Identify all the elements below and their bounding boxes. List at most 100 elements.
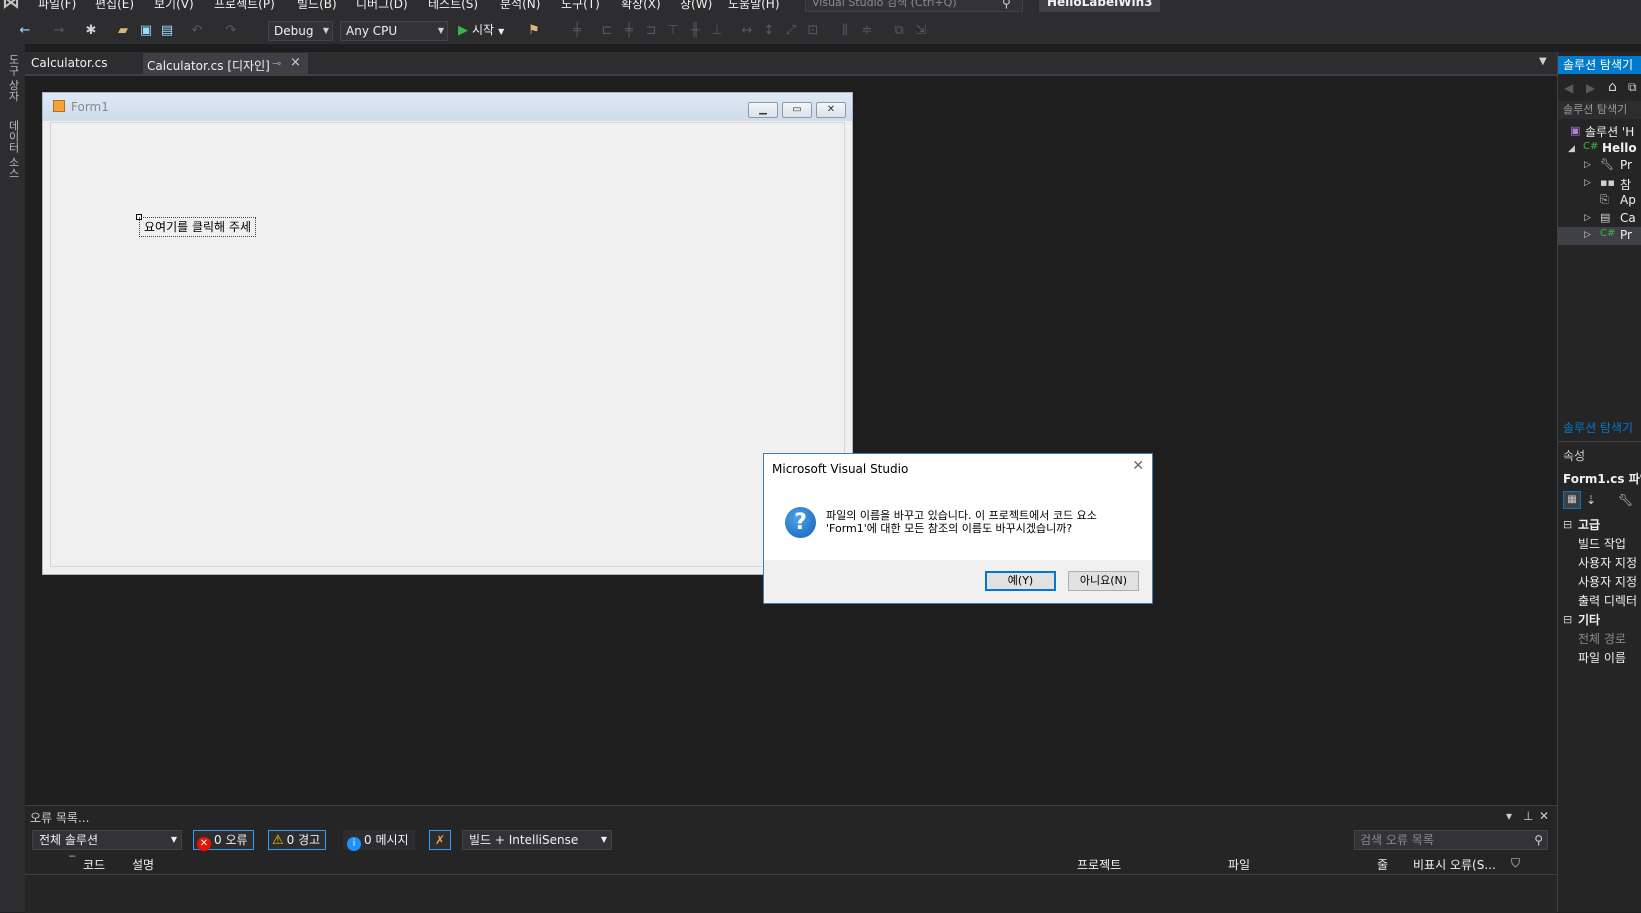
pin-icon[interactable]: ⊸ xyxy=(272,57,281,70)
align-middles-icon[interactable]: ╫ xyxy=(686,22,704,40)
error-search-input[interactable]: 검색 오류 목록 ⚲ xyxy=(1354,830,1548,850)
home-icon[interactable]: ⌂ xyxy=(1608,79,1617,95)
chevron-down-icon[interactable]: ▾ xyxy=(1506,809,1512,823)
menu-project[interactable]: 프로젝트(P) xyxy=(214,0,275,12)
align-to-grid-icon[interactable]: ╪ xyxy=(568,22,586,40)
menu-file[interactable]: 파일(F) xyxy=(38,0,76,12)
column-code[interactable]: 코드 xyxy=(83,856,105,873)
data-sources-tab[interactable]: 데이터 소스 xyxy=(5,120,21,179)
yes-button[interactable]: 예(Y) xyxy=(985,571,1056,591)
back-icon[interactable]: ◀ xyxy=(1564,81,1573,95)
search-icon[interactable]: ⚲ xyxy=(1534,831,1543,849)
close-icon[interactable]: ✕ xyxy=(1132,458,1144,474)
forward-icon[interactable]: ▶ xyxy=(1586,81,1595,95)
redo-icon[interactable]: ↷ xyxy=(222,22,240,40)
platform-select[interactable]: Any CPU ▼ xyxy=(340,21,448,41)
errors-filter-button[interactable]: ✕ 0 오류 xyxy=(193,830,254,851)
property-pages-icon[interactable]: 🔧︎ xyxy=(1618,493,1633,507)
menu-view[interactable]: 보기(V) xyxy=(154,0,194,12)
form-client-area[interactable]: 요여기를 클릭해 주세 xyxy=(50,122,845,567)
column-description[interactable]: 설명 xyxy=(132,856,154,873)
save-icon[interactable]: ▣ xyxy=(137,22,155,40)
warnings-filter-button[interactable]: ⚠ 0 경고 xyxy=(268,830,327,850)
browser-link-icon[interactable]: ⚑ xyxy=(525,22,543,40)
bring-to-front-icon[interactable]: ⧉ xyxy=(890,22,908,40)
back-icon[interactable]: ← xyxy=(16,22,34,40)
collapse-icon[interactable]: ⊟ xyxy=(1563,518,1572,531)
tree-item-program[interactable]: Pr xyxy=(1620,228,1632,242)
tab-calculator-designer[interactable]: Calculator.cs [디자인] ⊸ × xyxy=(143,53,308,75)
menu-window[interactable]: 창(W) xyxy=(680,0,712,12)
alphabetical-icon[interactable]: ⇣ xyxy=(1586,493,1596,507)
tree-item-appconfig[interactable]: Ap xyxy=(1620,193,1636,207)
property-custom-tool[interactable]: 사용자 지정 xyxy=(1578,554,1637,571)
expand-arrow-icon[interactable]: ▷ xyxy=(1584,230,1591,240)
align-lefts-icon[interactable]: ⊏ xyxy=(598,22,616,40)
close-icon[interactable]: × xyxy=(290,55,301,70)
menu-extensions[interactable]: 확장(X) xyxy=(621,0,661,12)
menu-analyze[interactable]: 분석(N) xyxy=(500,0,540,12)
collapse-icon[interactable]: ⊟ xyxy=(1563,613,1572,626)
property-full-path[interactable]: 전체 경로 xyxy=(1578,630,1626,647)
clear-filter-icon[interactable]: ✗ xyxy=(429,830,451,850)
align-rights-icon[interactable]: ⊐ xyxy=(642,22,660,40)
menu-help[interactable]: 도움말(H) xyxy=(728,0,780,12)
make-same-size-icon[interactable]: ⊡ xyxy=(804,22,822,40)
align-bottoms-icon[interactable]: ⊥ xyxy=(708,22,726,40)
pin-icon[interactable]: ⊥ xyxy=(1523,809,1533,823)
solution-explorer-search[interactable]: 솔루션 탐색기 xyxy=(1558,101,1641,119)
messages-filter-button[interactable]: i0 메시지 xyxy=(343,830,415,851)
solution-explorer-tab[interactable]: 솔루션 탐색기 xyxy=(1558,419,1641,437)
column-suppression[interactable]: 비표시 오류(S... xyxy=(1413,856,1496,873)
column-project[interactable]: 프로젝트 xyxy=(1077,856,1121,873)
expand-arrow-icon[interactable]: ▷ xyxy=(1584,178,1591,188)
sync-icon[interactable]: ⧉ xyxy=(1628,80,1637,95)
solution-explorer-header[interactable]: 솔루션 탐색기 xyxy=(1558,56,1641,74)
horizontal-spacing-icon[interactable]: ⫼ xyxy=(836,22,854,40)
build-filter-select[interactable]: 빌드 + IntelliSense ▼ xyxy=(462,830,612,850)
tree-item-selected-row[interactable]: ▷ C# Pr xyxy=(1558,227,1641,245)
save-all-icon[interactable]: ▤ xyxy=(158,22,176,40)
tree-item-solution[interactable]: 솔루션 'H xyxy=(1585,123,1634,140)
open-file-icon[interactable]: ▰ xyxy=(114,22,132,40)
property-file-name[interactable]: 파일 이름 xyxy=(1578,649,1626,666)
tree-item-calculator[interactable]: Ca xyxy=(1620,211,1636,225)
tree-item-properties[interactable]: Pr xyxy=(1620,158,1632,172)
make-same-height-icon[interactable]: ↕ xyxy=(760,22,778,40)
column-file[interactable]: 파일 xyxy=(1228,856,1250,873)
form1-designer-window[interactable]: Form1 ▁ ▭ ✕ 요여기를 클릭해 주세 xyxy=(42,92,853,575)
collapse-arrow-icon[interactable]: ◢ xyxy=(1568,144,1575,154)
start-debugging-button[interactable]: ▶ 시작 ▼ xyxy=(458,21,504,38)
size-to-grid-icon[interactable]: ⤢ xyxy=(782,22,800,40)
label1-control[interactable]: 요여기를 클릭해 주세 xyxy=(139,217,256,237)
property-custom-tool-namespace[interactable]: 사용자 지정 xyxy=(1578,573,1637,590)
toolbox-tab[interactable]: 도구 상자 xyxy=(5,54,21,102)
filter-icon[interactable]: ⛉ xyxy=(1511,856,1520,871)
menu-edit[interactable]: 편집(E) xyxy=(95,0,134,12)
search-icon[interactable]: ⚲ xyxy=(1002,0,1011,10)
menu-test[interactable]: 테스트(S) xyxy=(428,0,478,12)
property-copy-output[interactable]: 출력 디렉터 xyxy=(1578,592,1637,609)
align-centers-icon[interactable]: ╪ xyxy=(620,22,638,40)
tree-item-references[interactable]: 참 xyxy=(1620,176,1631,193)
tab-calculator-cs[interactable]: Calculator.cs xyxy=(31,56,108,70)
tree-item-project[interactable]: Hello xyxy=(1602,141,1637,155)
categorized-icon[interactable]: ▦ xyxy=(1563,491,1581,509)
quick-search-input[interactable]: Visual Studio 검색 (Ctrl+Q) xyxy=(805,0,1023,12)
column-line[interactable]: 줄 xyxy=(1377,856,1388,873)
tab-order-icon[interactable]: ⇲ xyxy=(912,22,930,40)
expand-arrow-icon[interactable]: ▷ xyxy=(1584,213,1591,223)
menu-debug[interactable]: 디버그(D) xyxy=(356,0,408,12)
expand-arrow-icon[interactable]: ▷ xyxy=(1584,160,1591,170)
align-tops-icon[interactable]: ⊤ xyxy=(664,22,682,40)
configuration-select[interactable]: Debug ▼ xyxy=(268,21,333,41)
close-icon[interactable]: ✕ xyxy=(1539,809,1549,823)
make-same-width-icon[interactable]: ↔ xyxy=(738,22,756,40)
undo-icon[interactable]: ↶ xyxy=(188,22,206,40)
property-build-action[interactable]: 빌드 작업 xyxy=(1578,535,1626,552)
tab-overflow-icon[interactable]: ▼ xyxy=(1539,56,1547,67)
new-project-icon[interactable]: ✱ xyxy=(82,22,100,40)
forward-icon[interactable]: → xyxy=(50,22,68,40)
sort-icon[interactable]: ▔ xyxy=(69,856,75,865)
menu-build[interactable]: 빌드(B) xyxy=(297,0,337,12)
